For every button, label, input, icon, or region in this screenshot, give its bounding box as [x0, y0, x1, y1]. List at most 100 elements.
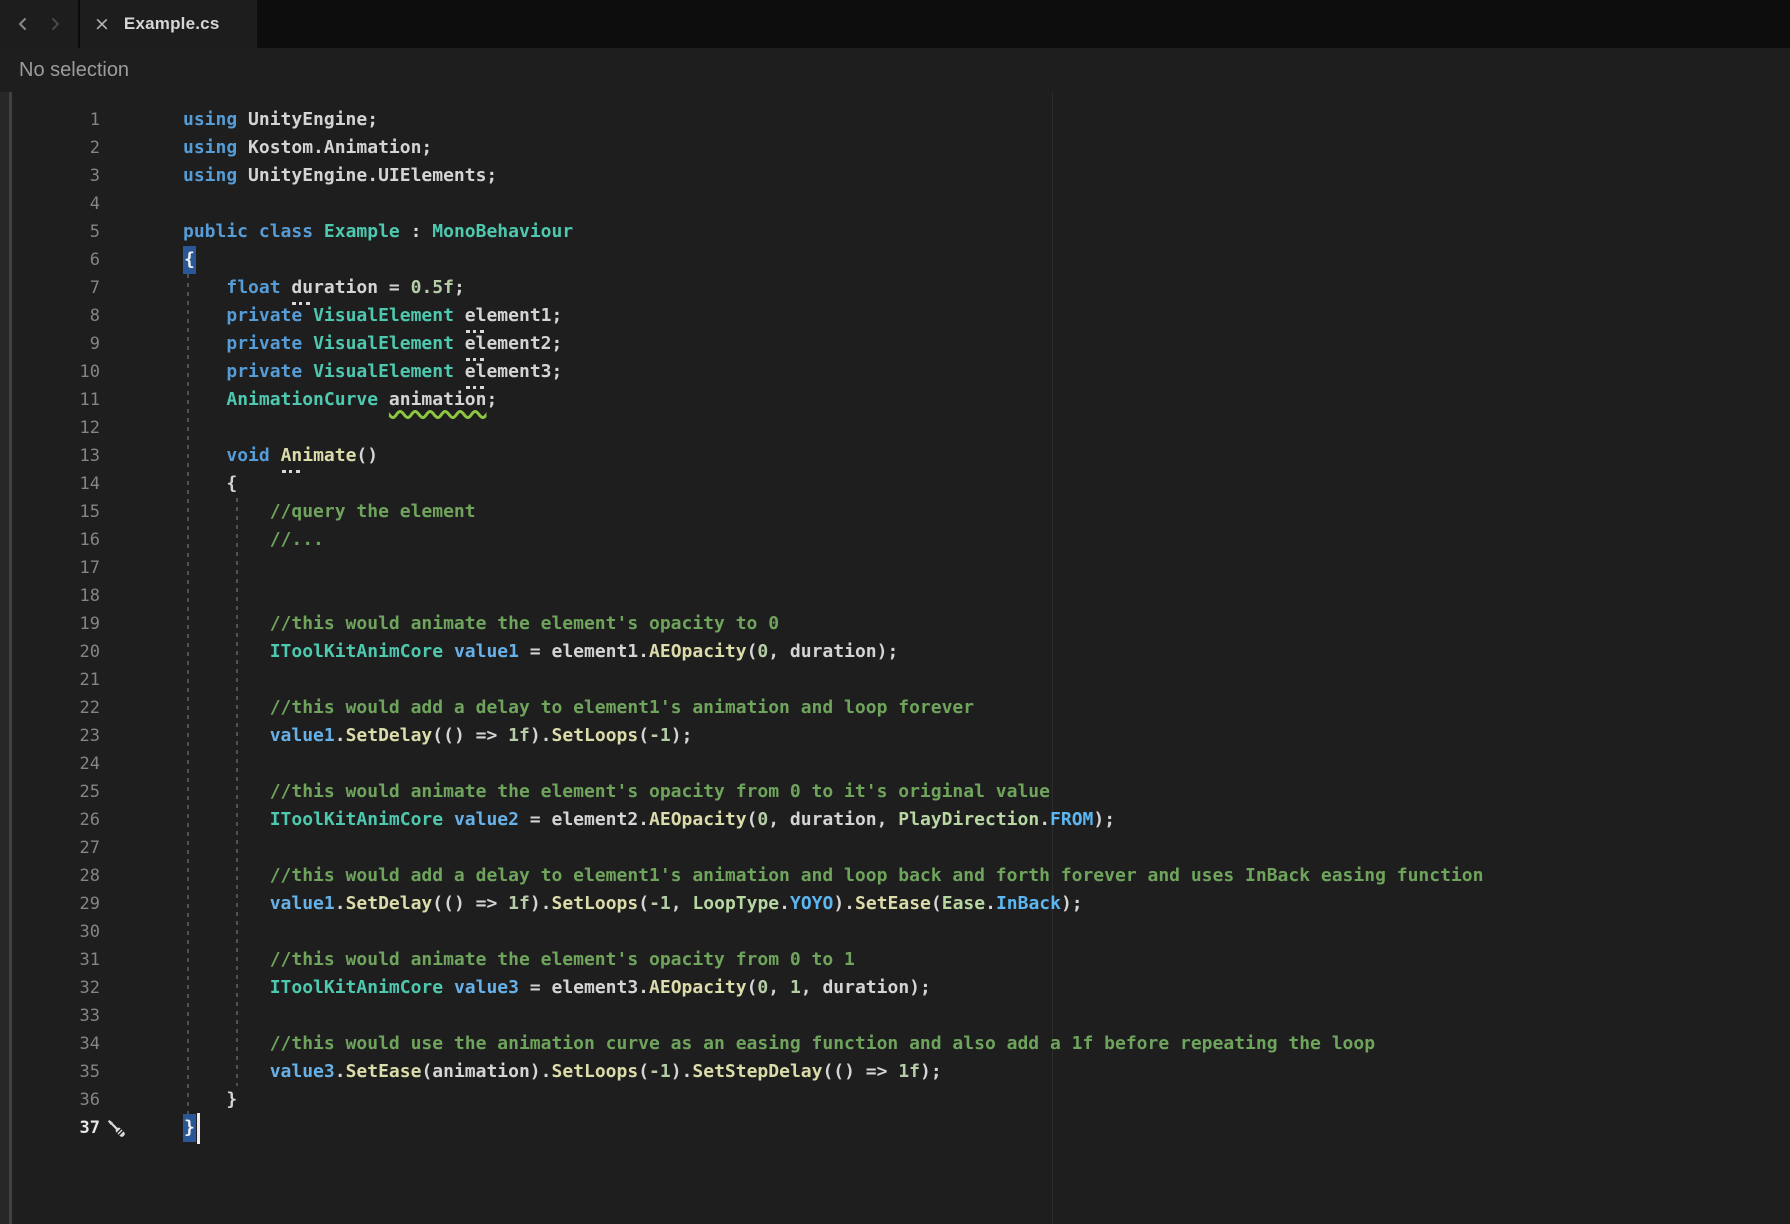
gutter-cell[interactable]: 17 [0, 554, 183, 582]
code-line[interactable]: 5 public class Example : MonoBehaviour [0, 218, 1790, 246]
code-line[interactable]: 26 IToolKitAnimCore value2 = element2.AE… [0, 806, 1790, 834]
code-line[interactable]: 12 [0, 414, 1790, 442]
code-line[interactable]: 28 //this would add a delay to element1'… [0, 862, 1790, 890]
code-line[interactable]: 37 } [0, 1113, 1790, 1144]
code-line[interactable]: 18 [0, 582, 1790, 610]
gutter-cell[interactable]: 24 [0, 750, 183, 778]
code-line[interactable]: 17 [0, 554, 1790, 582]
code-line[interactable]: 29 value1.SetDelay(() => 1f).SetLoops(-1… [0, 890, 1790, 918]
gutter-cell[interactable]: 19 [0, 610, 183, 638]
code-line[interactable]: 16 //... [0, 526, 1790, 554]
gutter-cell[interactable]: 8 [0, 302, 183, 330]
forward-icon[interactable] [46, 15, 64, 33]
gutter-cell[interactable]: 26 [0, 806, 183, 834]
code-line[interactable]: 3 using UnityEngine.UIElements; [0, 162, 1790, 190]
gutter-cell[interactable]: 3 [0, 162, 183, 190]
code-line[interactable]: 9 private VisualElement element2; [0, 330, 1790, 358]
gutter-cell[interactable]: 25 [0, 778, 183, 806]
code-line[interactable]: 11 AnimationCurve animation; [0, 386, 1790, 414]
code-line[interactable]: 7 float duration = 0.5f; [0, 274, 1790, 302]
gutter-cell[interactable]: 33 [0, 1002, 183, 1030]
gutter-cell[interactable]: 37 [0, 1114, 183, 1142]
code-token: = element1. [518, 641, 650, 662]
gutter-cell[interactable]: 14 [0, 470, 183, 498]
code-line[interactable]: 31 //this would animate the element's op… [0, 946, 1790, 974]
code-editor[interactable]: 1 using UnityEngine; 2 using Kostom.Animati… [0, 92, 1790, 1224]
gutter-cell[interactable]: 22 [0, 694, 183, 722]
line-number: 33 [79, 1006, 100, 1026]
gutter-cell[interactable]: 2 [0, 134, 183, 162]
gutter-cell[interactable]: 16 [0, 526, 183, 554]
gutter-cell[interactable]: 23 [0, 722, 183, 750]
gutter-cell[interactable]: 32 [0, 974, 183, 1002]
gutter-cell[interactable]: 12 [0, 414, 183, 442]
code-line[interactable]: 8 private VisualElement element1; [0, 302, 1790, 330]
code-token: . [985, 893, 996, 914]
code-line[interactable]: 1 using UnityEngine; [0, 106, 1790, 134]
gutter-cell[interactable]: 35 [0, 1058, 183, 1086]
gutter-cell[interactable]: 11 [0, 386, 183, 414]
gutter-cell[interactable]: 20 [0, 638, 183, 666]
close-icon[interactable]: × [94, 14, 110, 34]
gutter-cell[interactable]: 13 [0, 442, 183, 470]
code-line[interactable]: 30 [0, 918, 1790, 946]
gutter-cell[interactable]: 7 [0, 274, 183, 302]
code-line[interactable]: 22 //this would add a delay to element1'… [0, 694, 1790, 722]
code-line[interactable]: 23 value1.SetDelay(() => 1f).SetLoops(-1… [0, 722, 1790, 750]
back-icon[interactable] [14, 15, 32, 33]
code-token: : [399, 221, 433, 242]
code-line[interactable]: 13 void Animate() [0, 442, 1790, 470]
code-line[interactable]: 27 [0, 834, 1790, 862]
code-line[interactable]: 20 IToolKitAnimCore value1 = element1.AE… [0, 638, 1790, 666]
code-token: ); [670, 725, 693, 746]
gutter-cell[interactable]: 18 [0, 582, 183, 610]
quick-fix-screwdriver-icon[interactable] [103, 1115, 129, 1141]
code-line[interactable]: 2 using Kostom.Animation; [0, 134, 1790, 162]
code-token: 0 [757, 809, 769, 830]
tab-example-cs[interactable]: × Example.cs [80, 0, 257, 48]
code-token: ; [551, 305, 563, 326]
code-line[interactable]: 36 } [0, 1086, 1790, 1114]
gutter-cell[interactable]: 29 [0, 890, 183, 918]
gutter-cell[interactable]: 36 [0, 1086, 183, 1114]
code-line[interactable]: 14 { [0, 470, 1790, 498]
gutter-cell[interactable]: 34 [0, 1030, 183, 1058]
code-token: ); [1060, 893, 1083, 914]
code-token: ); [920, 1061, 942, 1082]
code-line[interactable]: 32 IToolKitAnimCore value3 = element3.AE… [0, 974, 1790, 1002]
code-line[interactable]: 6{ [0, 246, 1790, 274]
gutter-cell[interactable]: 21 [0, 666, 183, 694]
code-line[interactable]: 34 //this would use the animation curve … [0, 1030, 1790, 1058]
gutter-cell[interactable]: 5 [0, 218, 183, 246]
code-token: VisualElement [313, 305, 454, 326]
code-text: value1.SetDelay(() => 1f).SetLoops(-1, L… [183, 890, 1083, 918]
code-line[interactable]: 35 value3.SetEase(animation).SetLoops(-1… [0, 1058, 1790, 1086]
code-line[interactable]: 4 [0, 190, 1790, 218]
code-line[interactable]: 25 //this would animate the element's op… [0, 778, 1790, 806]
code-line[interactable]: 15 //query the element [0, 498, 1790, 526]
code-token: = [378, 277, 411, 298]
code-line[interactable]: 33 [0, 1002, 1790, 1030]
line-number: 25 [79, 782, 100, 802]
line-number: 13 [79, 446, 100, 466]
line-number: 28 [79, 866, 100, 886]
code-token: ). [529, 725, 552, 746]
code-line[interactable]: 21 [0, 666, 1790, 694]
code-line[interactable]: 24 [0, 750, 1790, 778]
gutter-cell[interactable]: 28 [0, 862, 183, 890]
gutter-cell[interactable]: 4 [0, 190, 183, 218]
code-line[interactable]: 19 //this would animate the element's op… [0, 610, 1790, 638]
gutter-cell[interactable]: 10 [0, 358, 183, 386]
gutter-cell[interactable]: 15 [0, 498, 183, 526]
gutter-cell[interactable]: 27 [0, 834, 183, 862]
gutter-cell[interactable]: 31 [0, 946, 183, 974]
gutter-cell[interactable]: 6 [0, 246, 183, 274]
code-line[interactable]: 10 private VisualElement element3; [0, 358, 1790, 386]
gutter-cell[interactable]: 9 [0, 330, 183, 358]
gutter-cell[interactable]: 1 [0, 106, 183, 134]
code-token: 0 [757, 977, 769, 998]
gutter-cell[interactable]: 30 [0, 918, 183, 946]
